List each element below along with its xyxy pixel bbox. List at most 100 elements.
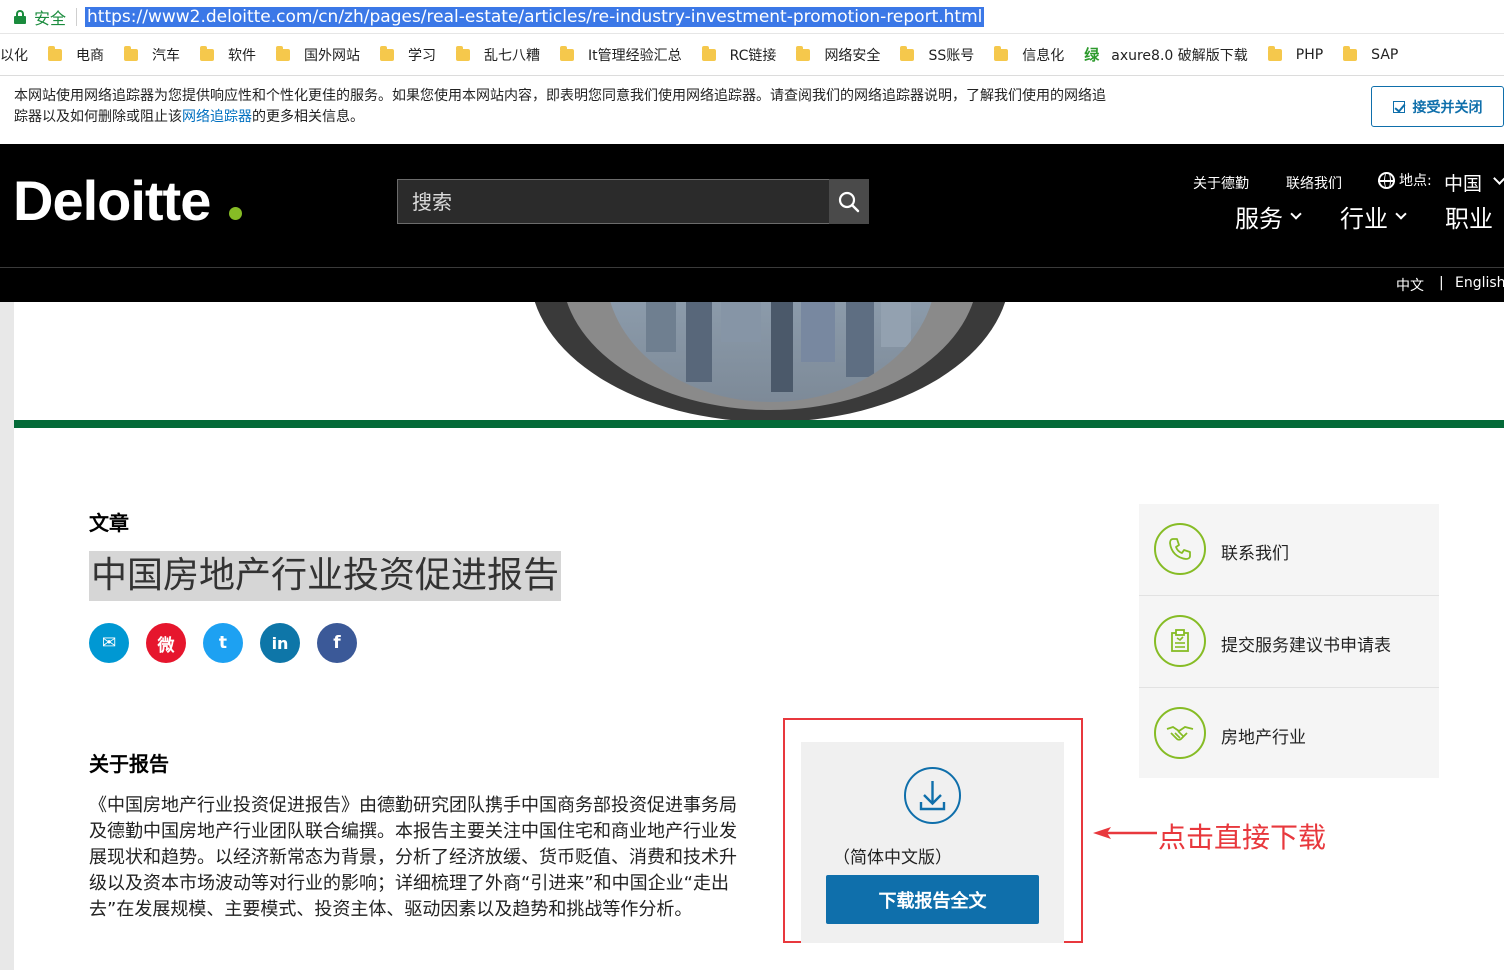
bookmark-item[interactable]: SAP <box>1343 45 1399 63</box>
download-icon[interactable] <box>904 767 961 824</box>
accept-close-label: 接受并关闭 <box>1412 99 1483 116</box>
bookmark-label: axure8.0 破解版下载 <box>1111 47 1248 64</box>
bookmark-label: It管理经验汇总 <box>588 47 682 64</box>
weibo-share-icon[interactable]: 微 <box>146 623 186 663</box>
folder-icon <box>456 45 470 61</box>
bookmark-item[interactable]: 国外网站 <box>276 45 360 65</box>
lang-chinese[interactable]: 中文 <box>1396 275 1424 295</box>
twitter-share-icon[interactable]: t <box>203 623 243 663</box>
linkedin-share-icon[interactable]: in <box>260 623 300 663</box>
bookmark-label: SS账号 <box>928 47 975 64</box>
bookmark-item[interactable]: 汽车 <box>124 45 180 65</box>
bookmark-label: PHP <box>1295 46 1324 63</box>
lang-separator: | <box>1439 275 1444 291</box>
search-button[interactable] <box>829 179 869 224</box>
folder-icon <box>1267 45 1282 61</box>
bookmark-label: 国外网站 <box>304 47 360 64</box>
sidebar-item-proposal[interactable]: 提交服务建议书申请表 <box>1139 596 1439 687</box>
folder-icon <box>48 45 62 61</box>
secure-label: 安全 <box>34 8 67 28</box>
annotation-text: 点击直接下载 <box>1158 821 1327 854</box>
folder-icon <box>994 45 1009 61</box>
bookmark-item[interactable]: 绿 axure8.0 破解版下载 <box>1084 44 1248 65</box>
bookmark-label: 软件 <box>228 47 256 64</box>
handshake-icon <box>1154 707 1206 759</box>
facebook-share-icon[interactable]: f <box>317 623 357 663</box>
folder-icon <box>560 45 574 61</box>
article-body: 《中国房地产行业投资促进报告》由德勤研究团队携手中国商务部投资促进事务局及德勤中… <box>89 795 737 920</box>
cookie-text-part3: 的更多相关信息。 <box>252 109 364 125</box>
bookmark-item[interactable]: RC链接 <box>701 45 777 65</box>
about-deloitte-link[interactable]: 关于德勤 <box>1193 173 1249 193</box>
bookmark-label: 学习 <box>408 47 436 64</box>
email-share-icon[interactable]: ✉ <box>89 623 129 663</box>
location-label: 地点: <box>1399 173 1432 189</box>
bookmark-item[interactable]: 网络安全 <box>796 45 880 65</box>
phone-icon <box>1154 523 1206 575</box>
bookmark-label: 乱七八糟 <box>484 47 540 64</box>
sidebar-item-label: 房地产行业 <box>1221 728 1306 748</box>
bookmark-item[interactable]: PHP <box>1267 45 1324 63</box>
article-kicker: 文章 <box>89 511 129 535</box>
cookie-banner: 本网站使用网络追踪器为您提供响应性和个性化更佳的服务。如果您使用本网站内容，即表… <box>0 77 1504 144</box>
bookmark-item[interactable]: 以化 <box>0 45 28 65</box>
chevron-down-icon <box>1395 207 1407 220</box>
folder-icon <box>701 45 716 61</box>
bookmark-item[interactable]: SS账号 <box>900 45 974 65</box>
folder-icon <box>380 45 394 61</box>
page-title: 中国房地产行业投资促进报告 <box>89 551 562 601</box>
bookmark-label: RC链接 <box>729 47 777 64</box>
nav-services[interactable]: 服务 <box>1235 199 1302 234</box>
bookmark-item[interactable]: 软件 <box>200 45 256 65</box>
bookmark-label: SAP <box>1371 46 1399 63</box>
sidebar-item-label: 提交服务建议书申请表 <box>1221 636 1391 656</box>
address-bar[interactable]: 安全 https://www2.deloitte.com/cn/zh/pages… <box>0 0 1504 34</box>
sidebar-item-contact[interactable]: 联系我们 <box>1139 504 1439 595</box>
bookmark-item[interactable]: 电商 <box>48 45 104 65</box>
nav-careers[interactable]: 职业 <box>1445 199 1493 234</box>
chevron-down-icon[interactable] <box>1493 172 1504 185</box>
deloitte-logo[interactable]: Deloitte <box>13 173 211 229</box>
green-divider <box>14 420 1504 428</box>
address-separator <box>76 7 78 26</box>
folder-icon <box>900 45 915 61</box>
lang-english[interactable]: English <box>1455 275 1504 291</box>
bookmark-label: 电商 <box>76 47 104 64</box>
contact-us-link[interactable]: 联络我们 <box>1286 173 1342 193</box>
bookmark-label: 信息化 <box>1022 47 1065 64</box>
left-gutter <box>0 302 14 970</box>
globe-icon <box>1378 172 1395 189</box>
cookie-tracker-link[interactable]: 网络追踪器 <box>182 109 252 125</box>
chevron-down-icon <box>1290 207 1302 220</box>
search-input[interactable] <box>398 180 829 223</box>
cookie-text-part2: 踪器以及如何删除或阻止该 <box>14 109 182 125</box>
bookmark-item[interactable]: 乱七八糟 <box>456 45 540 65</box>
bookmark-item[interactable]: 学习 <box>380 45 436 65</box>
folder-icon <box>1343 45 1358 61</box>
nav-careers-label: 职业 <box>1445 205 1493 233</box>
location-selector[interactable]: 中国 <box>1444 169 1482 196</box>
bookmark-item[interactable]: 信息化 <box>994 45 1064 65</box>
sidebar-item-label: 联系我们 <box>1221 544 1289 564</box>
accept-close-button[interactable]: 接受并关闭 <box>1371 86 1504 127</box>
hero-image <box>14 302 1504 420</box>
bookmark-item[interactable]: It管理经验汇总 <box>560 45 682 65</box>
sidebar-item-real-estate[interactable]: 房地产行业 <box>1139 688 1439 779</box>
nav-industries[interactable]: 行业 <box>1340 199 1407 234</box>
sidebar: 联系我们 提交服务建议书申请表 房地产行业 <box>1139 504 1439 778</box>
folder-icon <box>200 45 214 61</box>
search-icon <box>838 191 860 212</box>
folder-icon <box>276 45 290 61</box>
about-heading: 关于报告 <box>89 752 169 776</box>
url-text[interactable]: https://www2.deloitte.com/cn/zh/pages/re… <box>85 6 985 27</box>
logo-green-dot <box>229 207 242 220</box>
cookie-text-part1: 本网站使用网络追踪器为您提供响应性和个性化更佳的服务。如果您使用本网站内容，即表… <box>14 88 1106 104</box>
lock-icon <box>14 9 26 24</box>
folder-icon <box>124 45 138 61</box>
annotation-arrow-icon <box>1093 827 1157 839</box>
download-report-button[interactable]: 下载报告全文 <box>826 875 1039 924</box>
nav-industries-label: 行业 <box>1340 205 1388 233</box>
checkbox-icon <box>1392 100 1405 113</box>
folder-icon <box>796 45 811 61</box>
cookie-text: 本网站使用网络追踪器为您提供响应性和个性化更佳的服务。如果您使用本网站内容，即表… <box>14 86 1284 128</box>
